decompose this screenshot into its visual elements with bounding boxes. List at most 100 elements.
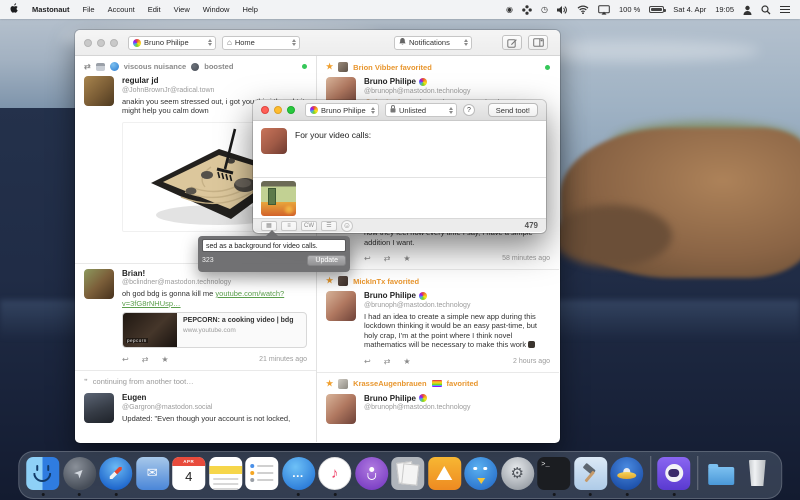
volume-icon[interactable] <box>557 5 568 15</box>
calendar-dock-icon[interactable]: APR 4 <box>172 456 206 490</box>
menu-account[interactable]: Account <box>108 5 135 14</box>
menu-window[interactable]: Window <box>203 5 230 14</box>
reply-button[interactable]: ↩ <box>364 357 371 366</box>
toot-brian[interactable]: Brian! @bclindner@mastodon.technology oh… <box>75 264 316 351</box>
avatar[interactable] <box>84 268 114 299</box>
menu-file[interactable]: File <box>83 5 95 14</box>
avatar[interactable] <box>326 393 356 424</box>
mail-dock-icon[interactable]: ✉ <box>135 456 169 490</box>
toot-bruno-2[interactable]: Bruno Philipe @brunoph@mastodon.technolo… <box>317 286 559 352</box>
messages-dock-icon[interactable]: … <box>281 456 315 496</box>
emoji-picker-button[interactable]: ☺ <box>341 219 353 232</box>
avatar[interactable] <box>84 393 114 423</box>
favorite-button[interactable]: ★ <box>403 357 410 366</box>
mastonaut-dock-icon[interactable] <box>657 456 691 496</box>
new-column-button[interactable] <box>528 35 548 50</box>
zoom-button[interactable] <box>110 38 118 47</box>
boost-button[interactable]: ⇄ <box>384 254 391 263</box>
avatar[interactable] <box>326 291 356 321</box>
favorite-button[interactable]: ★ <box>403 254 410 263</box>
minimize-button[interactable] <box>97 38 105 47</box>
reply-button[interactable]: ↩ <box>122 355 129 364</box>
favorite-header-label[interactable]: Brion Vibber favorited <box>353 63 432 72</box>
reply-button[interactable]: ↩ <box>364 254 371 263</box>
reminders-dock-icon[interactable] <box>245 456 279 490</box>
compose-text-input[interactable]: For your video calls: <box>295 128 371 170</box>
update-button[interactable]: Update <box>307 255 346 266</box>
notes-dock-icon[interactable] <box>208 456 242 490</box>
notifications-popup[interactable]: Notifications <box>394 35 472 50</box>
wifi-icon[interactable] <box>577 5 589 14</box>
toot-eugen[interactable]: Eugen @Gargron@mastodon.social Updated: … <box>75 388 316 425</box>
menubar-date[interactable]: Sat 4. Apr <box>673 5 706 14</box>
fan-icon[interactable] <box>522 4 532 15</box>
favorite-header-name[interactable]: KrasseAugenbrauen <box>353 379 426 388</box>
account-popup[interactable]: Bruno Philipe <box>128 35 216 50</box>
user-switch-icon[interactable] <box>743 5 752 15</box>
author-handle[interactable]: @brunoph@mastodon.technology <box>364 88 550 95</box>
safari-dock-icon[interactable] <box>99 456 133 496</box>
compose-account-popup[interactable]: Bruno Philipe <box>305 103 379 117</box>
author-name[interactable]: Eugen <box>122 393 307 402</box>
author-handle[interactable]: @bclindner@mastodon.technology <box>122 279 307 286</box>
booster-name[interactable]: viscous nuisance <box>124 62 187 71</box>
poll-button[interactable]: ≡ <box>281 220 297 231</box>
system-preferences-dock-icon[interactable]: ⚙ <box>500 456 534 490</box>
author-name[interactable]: regular jd <box>122 76 307 85</box>
visibility-button[interactable]: ☰ <box>321 220 337 231</box>
attach-media-button[interactable]: ▦ <box>261 220 277 231</box>
author-handle[interactable]: @Gargron@mastodon.social <box>122 404 307 411</box>
spotlight-search-icon[interactable] <box>761 4 771 15</box>
menu-view[interactable]: View <box>174 5 190 14</box>
favorite-button[interactable]: ★ <box>161 355 168 364</box>
battery-percentage[interactable]: 100 % <box>619 5 640 14</box>
menu-help[interactable]: Help <box>242 5 257 14</box>
media-description-input[interactable]: sed as a background for video calls. <box>202 239 346 252</box>
avatar[interactable] <box>84 76 114 106</box>
trash-dock-icon[interactable] <box>741 457 774 490</box>
finder-dock-icon[interactable] <box>26 456 60 496</box>
author-name[interactable]: Bruno Philipe <box>364 291 416 300</box>
author-handle[interactable]: @JohnBrownJr@radical.town <box>122 87 307 94</box>
timeline-popup[interactable]: ⌂ Home <box>222 35 300 50</box>
mini-avatar[interactable] <box>338 62 349 72</box>
boost-button[interactable]: ⇄ <box>142 355 149 364</box>
saucer-app-dock-icon[interactable] <box>610 456 644 496</box>
mini-avatar[interactable] <box>338 276 349 286</box>
close-button[interactable] <box>84 38 92 47</box>
toot-bruno-3[interactable]: Bruno Philipe @brunoph@mastodon.technolo… <box>317 389 559 426</box>
podcasts-dock-icon[interactable] <box>354 456 388 490</box>
menu-app-name[interactable]: Mastonaut <box>32 5 70 14</box>
battery-icon[interactable] <box>649 6 667 13</box>
minimize-button[interactable] <box>274 106 282 114</box>
zoom-button[interactable] <box>287 106 295 114</box>
music-dock-icon[interactable]: ♪ <box>318 456 352 496</box>
content-warning-button[interactable]: CW <box>301 220 317 231</box>
time-machine-icon[interactable]: ◷ <box>541 5 548 14</box>
notification-center-icon[interactable] <box>780 5 790 14</box>
launchpad-dock-icon[interactable]: ➤ <box>62 456 96 496</box>
terminal-dock-icon[interactable]: >_ <box>537 456 571 496</box>
author-name[interactable]: Bruno Philipe <box>364 77 416 86</box>
mini-avatar[interactable] <box>338 378 349 389</box>
boost-button[interactable]: ⇄ <box>384 357 391 366</box>
bird-app-dock-icon[interactable] <box>464 456 498 490</box>
help-button[interactable]: ? <box>463 104 475 116</box>
status-circle-icon[interactable]: ◉ <box>506 5 513 14</box>
airplay-display-icon[interactable] <box>598 4 610 15</box>
link-preview-card[interactable]: pepcorn PEPCORN: a cooking video | bdg w… <box>122 312 307 348</box>
visibility-popup[interactable]: Unlisted <box>385 103 457 117</box>
author-handle[interactable]: @brunoph@mastodon.technology <box>364 302 550 309</box>
favorite-header-label[interactable]: MickInTx favorited <box>353 277 419 286</box>
send-toot-button[interactable]: Send toot! <box>487 103 538 117</box>
xcode-dock-icon[interactable] <box>573 456 607 496</box>
downloads-folder-dock-icon[interactable] <box>704 457 737 490</box>
media-attachment-thumbnail[interactable] <box>261 180 296 216</box>
close-button[interactable] <box>261 106 269 114</box>
apple-menu-icon[interactable] <box>10 3 19 16</box>
documents-app-dock-icon[interactable] <box>391 456 425 490</box>
editor-app-dock-icon[interactable] <box>427 456 461 490</box>
author-name[interactable]: Bruno Philipe <box>364 394 416 403</box>
menubar-time[interactable]: 19:05 <box>715 5 734 14</box>
author-handle[interactable]: @brunoph@mastodon.technology <box>364 404 550 411</box>
